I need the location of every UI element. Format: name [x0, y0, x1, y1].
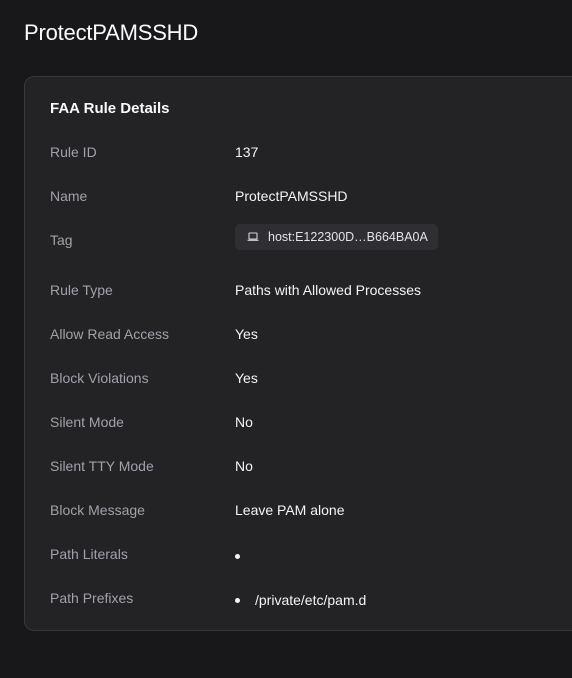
- row-allow-read-access: Allow Read Access Yes: [50, 326, 570, 346]
- rule-type-label: Rule Type: [50, 282, 113, 298]
- row-silent-mode: Silent Mode No: [50, 414, 570, 434]
- rule-type-value: Paths with Allowed Processes: [235, 282, 421, 298]
- row-block-message: Block Message Leave PAM alone: [50, 502, 570, 522]
- silent-mode-label: Silent Mode: [50, 414, 124, 430]
- row-path-literals: Path Literals: [50, 546, 570, 566]
- list-item: [235, 546, 255, 566]
- silent-tty-mode-label: Silent TTY Mode: [50, 458, 154, 474]
- path-literals-label: Path Literals: [50, 546, 128, 562]
- row-rule-id: Rule ID 137: [50, 144, 570, 164]
- path-prefix-text: /private/etc/pam.d: [255, 592, 367, 608]
- bullet-dot: [235, 598, 240, 603]
- laptop-icon: [247, 232, 259, 241]
- rule-id-label: Rule ID: [50, 144, 97, 160]
- block-message-value: Leave PAM alone: [235, 502, 345, 518]
- row-rule-type: Rule Type Paths with Allowed Processes: [50, 282, 570, 302]
- row-silent-tty-mode: Silent TTY Mode No: [50, 458, 570, 478]
- rule-id-value: 137: [235, 144, 259, 160]
- bullet-dot: [235, 554, 240, 559]
- block-message-label: Block Message: [50, 502, 145, 518]
- block-violations-value: Yes: [235, 370, 258, 386]
- name-value: ProtectPAMSSHD: [235, 188, 348, 204]
- path-literals-list: [235, 546, 255, 566]
- row-name: Name ProtectPAMSSHD: [50, 188, 570, 208]
- silent-mode-value: No: [235, 414, 253, 430]
- list-item: /private/etc/pam.d: [235, 590, 366, 610]
- silent-tty-mode-value: No: [235, 458, 253, 474]
- name-label: Name: [50, 188, 88, 204]
- tag-label: Tag: [50, 232, 73, 248]
- row-block-violations: Block Violations Yes: [50, 370, 570, 390]
- rule-details-card: FAA Rule Details Rule ID 137 Name Protec…: [24, 76, 572, 631]
- card-title: FAA Rule Details: [50, 100, 170, 117]
- page-title: ProtectPAMSSHD: [24, 20, 199, 45]
- allow-read-access-value: Yes: [235, 326, 258, 342]
- row-tag: Tag host:E122300D…B664BA0A: [50, 224, 570, 252]
- path-prefixes-list: /private/etc/pam.d: [235, 590, 366, 610]
- tag-chip-text: host:E122300D…B664BA0A: [268, 230, 428, 244]
- tag-chip[interactable]: host:E122300D…B664BA0A: [235, 224, 438, 250]
- row-path-prefixes: Path Prefixes /private/etc/pam.d: [50, 590, 570, 610]
- allow-read-access-label: Allow Read Access: [50, 326, 170, 342]
- block-violations-label: Block Violations: [50, 370, 149, 386]
- path-prefixes-label: Path Prefixes: [50, 590, 134, 606]
